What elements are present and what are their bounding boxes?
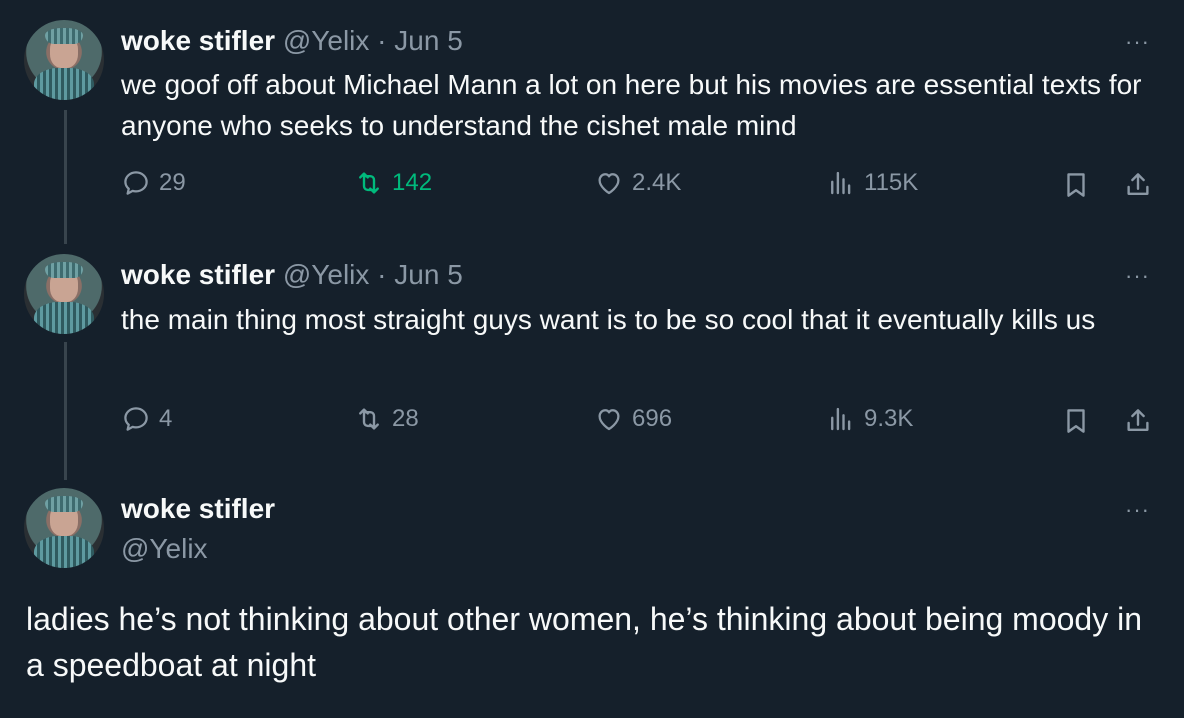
separator-dot: · <box>377 25 387 56</box>
timestamp[interactable]: Jun 5 <box>394 25 463 56</box>
share-icon <box>1127 409 1149 431</box>
tweet-text: the main thing most straight guys want i… <box>121 304 1096 335</box>
reply-icon <box>124 171 148 195</box>
share-button[interactable] <box>1123 170 1153 205</box>
avatar[interactable] <box>24 254 104 334</box>
like-button[interactable]: 2.4K <box>594 168 681 198</box>
tweet-text: we goof off about Michael Mann a lot on … <box>121 69 1142 141</box>
thread-line <box>64 110 67 244</box>
views-count: 9.3K <box>864 405 914 432</box>
views-button[interactable]: 9.3K <box>826 404 913 434</box>
handle[interactable]: @Yelix <box>283 259 370 290</box>
views-button[interactable]: 115K <box>826 168 918 198</box>
retweet-icon <box>359 172 379 194</box>
more-icon[interactable]: ··· <box>1125 31 1150 53</box>
retweet-button[interactable]: 28 <box>354 404 419 434</box>
avatar[interactable] <box>24 20 104 100</box>
reply-icon <box>124 407 148 431</box>
retweet-button[interactable]: 142 <box>354 168 432 198</box>
like-icon <box>598 409 620 431</box>
reply-count: 4 <box>159 405 173 432</box>
share-button[interactable] <box>1123 406 1153 441</box>
bookmark-button[interactable] <box>1061 170 1091 205</box>
reply-button[interactable]: 29 <box>121 168 186 198</box>
like-count: 696 <box>632 405 673 432</box>
more-icon[interactable]: ··· <box>1125 499 1150 521</box>
views-icon <box>831 407 851 431</box>
reply-button[interactable]: 4 <box>121 404 172 434</box>
tweet-header: woke stifler @Yelix · Jun 5 <box>121 24 463 58</box>
share-icon <box>1127 173 1149 195</box>
tweet-1[interactable]: woke stifler @Yelix · Jun 5 ··· we goof … <box>0 0 1184 244</box>
focused-tweet: woke stifler @Yelix ··· ladies he’s not … <box>0 480 1184 718</box>
handle[interactable]: @Yelix <box>121 532 208 566</box>
avatar[interactable] <box>24 488 104 568</box>
like-icon <box>598 173 620 195</box>
bookmark-button[interactable] <box>1061 406 1091 441</box>
separator-dot: · <box>377 259 387 290</box>
thread-line <box>64 342 67 480</box>
views-icon <box>831 171 851 195</box>
display-name[interactable]: woke stifler <box>121 259 275 290</box>
retweet-count: 142 <box>392 169 433 196</box>
tweet-2[interactable]: woke stifler @Yelix · Jun 5 ··· the main… <box>0 240 1184 480</box>
views-count: 115K <box>864 169 919 196</box>
like-button[interactable]: 696 <box>594 404 672 434</box>
bookmark-icon <box>1067 173 1085 197</box>
reply-count: 29 <box>159 169 186 196</box>
action-bar: 4 28 696 9.3K <box>121 404 1161 444</box>
display-name[interactable]: woke stifler <box>121 492 275 526</box>
retweet-icon <box>359 408 379 430</box>
bookmark-icon <box>1067 409 1085 433</box>
display-name[interactable]: woke stifler <box>121 25 275 56</box>
like-count: 2.4K <box>632 169 682 196</box>
tweet-text: ladies he’s not thinking about other wom… <box>26 601 1143 683</box>
action-bar: 29 142 2.4K 115K <box>121 168 1161 208</box>
timestamp[interactable]: Jun 5 <box>394 259 463 290</box>
more-icon[interactable]: ··· <box>1125 265 1150 287</box>
retweet-count: 28 <box>392 405 419 432</box>
handle[interactable]: @Yelix <box>283 25 370 56</box>
tweet-header: woke stifler @Yelix · Jun 5 <box>121 258 463 292</box>
